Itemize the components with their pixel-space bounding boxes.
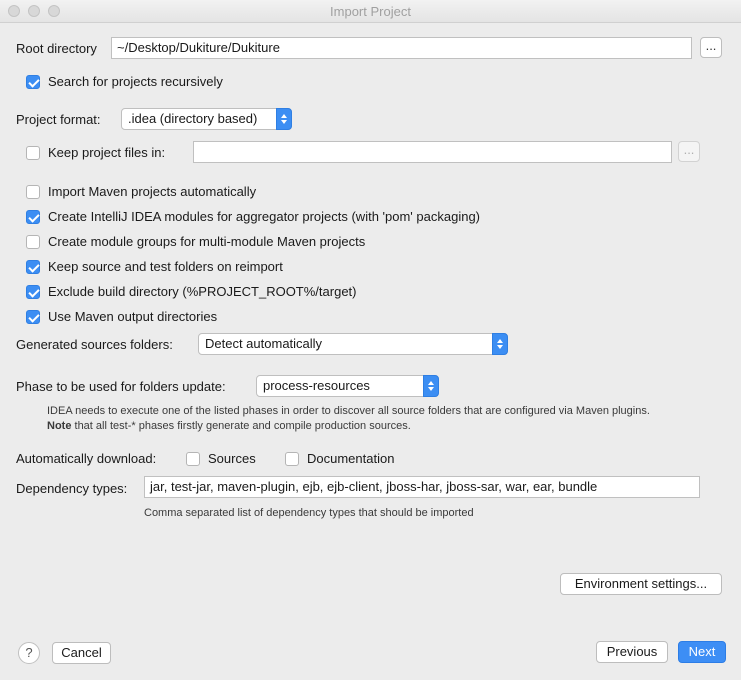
- keep-project-files-label: Keep project files in:: [48, 145, 166, 160]
- project-format-label: Project format:: [16, 112, 101, 127]
- download-sources-label: Sources: [208, 451, 256, 466]
- download-documentation-label: Documentation: [307, 451, 395, 466]
- search-recursive-label: Search for projects recursively: [48, 74, 223, 89]
- phase-note-bold: Note: [47, 420, 72, 432]
- checkbox-icon[interactable]: [26, 309, 40, 324]
- option-label: Keep source and test folders on reimport: [48, 259, 283, 274]
- checkbox-icon[interactable]: [186, 451, 200, 466]
- dependency-types-hint: Comma separated list of dependency types…: [144, 507, 474, 519]
- environment-settings-button[interactable]: Environment settings...: [560, 573, 722, 595]
- phase-value: process-resources: [263, 378, 370, 393]
- keep-project-files-input[interactable]: [193, 141, 672, 163]
- root-directory-browse-button[interactable]: ...: [700, 37, 722, 58]
- option-create-aggregator-modules[interactable]: Create IntelliJ IDEA modules for aggrega…: [26, 209, 480, 224]
- download-documentation-checkbox[interactable]: Documentation: [285, 451, 394, 466]
- checkbox-icon[interactable]: [26, 209, 40, 224]
- option-label: Create IntelliJ IDEA modules for aggrega…: [48, 209, 481, 224]
- chevron-updown-icon: [492, 333, 508, 355]
- project-format-value: .idea (directory based): [128, 111, 258, 126]
- generated-sources-value: Detect automatically: [205, 336, 323, 351]
- phase-note-line2: Note that all test-* phases firstly gene…: [47, 419, 650, 434]
- option-exclude-build-directory[interactable]: Exclude build directory (%PROJECT_ROOT%/…: [26, 284, 356, 299]
- chevron-updown-icon: [276, 108, 292, 130]
- generated-sources-select[interactable]: Detect automatically: [198, 333, 508, 355]
- generated-sources-label: Generated sources folders:: [16, 337, 173, 352]
- phase-select[interactable]: process-resources: [256, 375, 439, 397]
- checkbox-icon[interactable]: [285, 451, 299, 466]
- previous-button[interactable]: Previous: [596, 641, 668, 663]
- window-title: Import Project: [330, 4, 411, 19]
- cancel-button[interactable]: Cancel: [52, 642, 111, 664]
- checkbox-icon[interactable]: [26, 74, 40, 89]
- phase-note-line1: IDEA needs to execute one of the listed …: [47, 405, 650, 417]
- title-bar: Import Project: [0, 0, 741, 23]
- option-label: Create module groups for multi-module Ma…: [48, 234, 366, 249]
- checkbox-icon[interactable]: [26, 234, 40, 249]
- help-button[interactable]: ?: [18, 642, 40, 664]
- dependency-types-input[interactable]: jar, test-jar, maven-plugin, ejb, ejb-cl…: [144, 476, 700, 498]
- phase-label: Phase to be used for folders update:: [16, 379, 226, 394]
- option-create-module-groups[interactable]: Create module groups for multi-module Ma…: [26, 234, 365, 249]
- root-directory-label: Root directory: [16, 41, 97, 56]
- phase-note-rest: that all test-* phases firstly generate …: [71, 420, 411, 432]
- option-label: Use Maven output directories: [48, 309, 218, 324]
- checkbox-icon[interactable]: [26, 184, 40, 199]
- option-use-maven-output-dirs[interactable]: Use Maven output directories: [26, 309, 217, 324]
- option-label: Exclude build directory (%PROJECT_ROOT%/…: [48, 284, 357, 299]
- checkbox-icon[interactable]: [26, 145, 40, 160]
- option-label: Import Maven projects automatically: [48, 184, 257, 199]
- project-format-select[interactable]: .idea (directory based): [121, 108, 292, 130]
- option-keep-source-test-folders[interactable]: Keep source and test folders on reimport: [26, 259, 283, 274]
- checkbox-icon[interactable]: [26, 284, 40, 299]
- dependency-types-label: Dependency types:: [16, 481, 128, 496]
- search-recursive-checkbox[interactable]: Search for projects recursively: [26, 74, 223, 89]
- phase-note: IDEA needs to execute one of the listed …: [47, 404, 650, 434]
- download-sources-checkbox[interactable]: Sources: [186, 451, 256, 466]
- checkbox-icon[interactable]: [26, 259, 40, 274]
- keep-project-files-checkbox[interactable]: Keep project files in:: [26, 145, 165, 160]
- auto-download-label: Automatically download:: [16, 451, 157, 466]
- root-directory-input[interactable]: ~/Desktop/Dukiture/Dukiture: [111, 37, 692, 59]
- chevron-updown-icon: [423, 375, 439, 397]
- keep-project-files-browse-button[interactable]: ...: [678, 141, 700, 162]
- option-import-maven-auto[interactable]: Import Maven projects automatically: [26, 184, 256, 199]
- next-button[interactable]: Next: [678, 641, 726, 663]
